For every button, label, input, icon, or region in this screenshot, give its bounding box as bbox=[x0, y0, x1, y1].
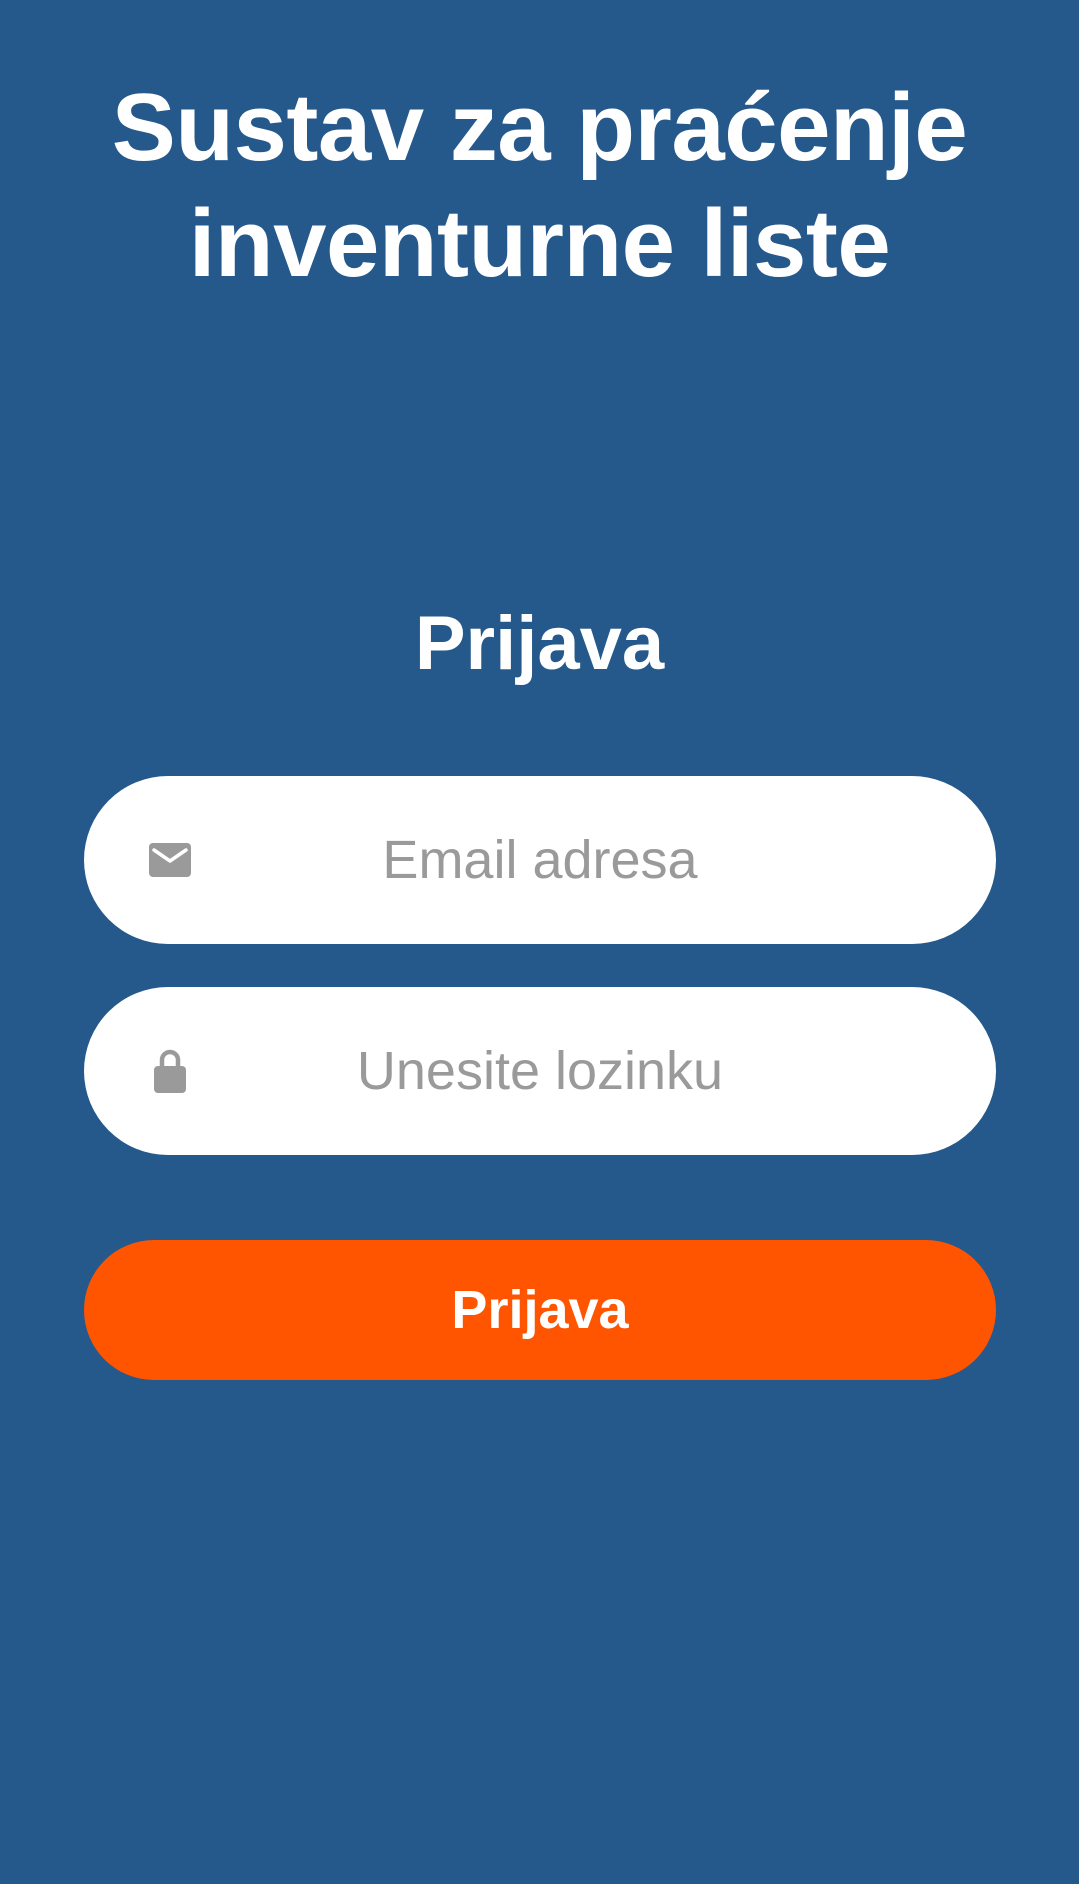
login-button[interactable]: Prijava bbox=[84, 1240, 996, 1380]
email-input[interactable] bbox=[84, 776, 996, 944]
login-heading: Prijava bbox=[414, 601, 665, 686]
password-field[interactable] bbox=[84, 987, 996, 1155]
app-title-line-1: Sustav za praćenje bbox=[111, 74, 968, 181]
password-input[interactable] bbox=[84, 987, 996, 1155]
app-title-line-2: inventurne liste bbox=[188, 190, 891, 297]
email-field[interactable] bbox=[84, 776, 996, 944]
app-title: Sustav za praćenje inventurne liste bbox=[0, 70, 1079, 302]
